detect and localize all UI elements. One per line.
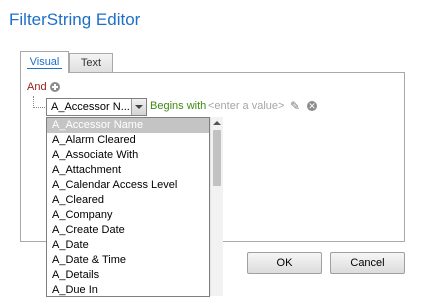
dialog-title: FilterString Editor — [9, 10, 141, 29]
tab-text-label: Text — [80, 57, 102, 69]
dropdown-option[interactable]: A_Date — [47, 238, 209, 253]
dropdown-scrollbar[interactable] — [210, 117, 223, 296]
ok-button[interactable]: OK — [247, 252, 322, 274]
dropdown-option[interactable]: A_Details — [47, 268, 209, 283]
dropdown-option[interactable]: A_Cleared — [47, 193, 209, 208]
tab-visual[interactable]: Visual — [20, 51, 69, 73]
cancel-button[interactable]: Cancel — [330, 252, 405, 274]
active-tab-underline — [27, 68, 62, 69]
condition-operator[interactable]: Begins with — [150, 100, 206, 112]
field-options: A_Accessor Name A_Alarm Cleared A_Associat… — [47, 118, 209, 296]
group-operator-and[interactable]: And — [27, 81, 47, 93]
tree-connector-line — [33, 96, 45, 108]
condition-value-input[interactable]: <enter a value> — [208, 100, 284, 112]
dropdown-option[interactable]: A_Alarm Cleared — [47, 133, 209, 148]
dropdown-option[interactable]: A_Date & Time — [47, 253, 209, 268]
dropdown-option[interactable]: A_Calendar Access Level — [47, 178, 209, 193]
scroll-thumb[interactable] — [213, 130, 221, 186]
dropdown-option[interactable]: A_Company — [47, 208, 209, 223]
pencil-icon[interactable]: ✎ — [290, 100, 300, 112]
remove-condition-icon[interactable]: ✕ — [307, 101, 317, 111]
tab-visual-label: Visual — [29, 56, 60, 68]
dropdown-option[interactable]: A_Attachment — [47, 163, 209, 178]
dropdown-option[interactable]: A_Accessor Name — [47, 118, 209, 133]
dropdown-option[interactable]: A_Associate With — [47, 148, 209, 163]
chevron-down-icon[interactable] — [131, 99, 146, 115]
scroll-up-arrow-icon[interactable] — [211, 117, 223, 129]
field-select[interactable]: A_Accessor N... — [46, 98, 147, 116]
tab-text[interactable]: Text — [69, 53, 113, 73]
dropdown-option[interactable]: A_Create Date — [47, 223, 209, 238]
field-select-value: A_Accessor N... — [51, 101, 130, 113]
dropdown-option[interactable]: A_Due In — [47, 283, 209, 296]
add-condition-icon[interactable] — [50, 82, 60, 92]
field-dropdown-list: A_Accessor Name A_Alarm Cleared A_Associat… — [46, 117, 210, 297]
